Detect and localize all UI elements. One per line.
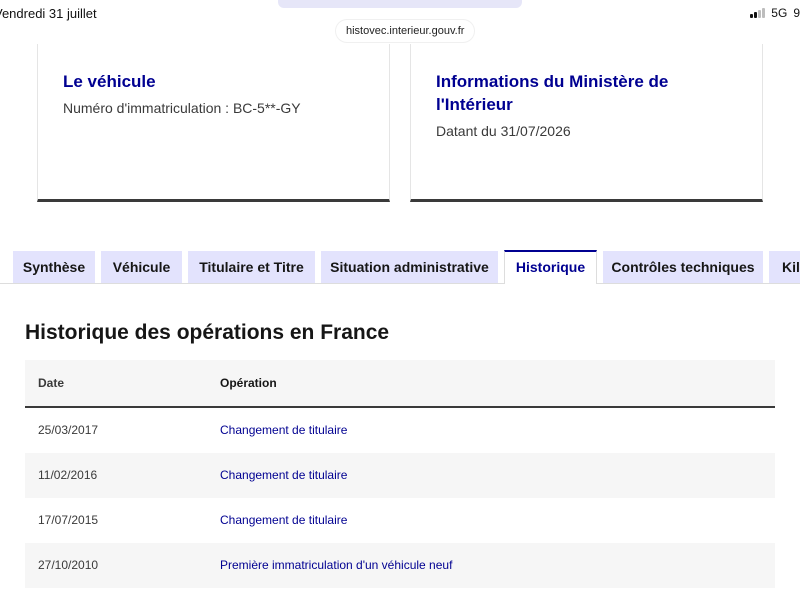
tab-bar: Synthèse Véhicule Titulaire et Titre Sit… xyxy=(0,250,800,284)
row-operation: Première immatriculation d'un véhicule n… xyxy=(220,558,453,572)
history-title: Historique des opérations en France xyxy=(25,321,390,344)
table-header: Date Opération xyxy=(25,360,775,408)
status-date: Vendredi 31 juillet xyxy=(0,6,97,21)
network-label: 5G xyxy=(771,6,788,20)
status-indicators: 5G 9 xyxy=(750,6,800,20)
vehicle-card: Le véhicule Numéro d'immatriculation : B… xyxy=(37,44,390,202)
tab-kilometrage[interactable]: Kilo xyxy=(769,251,800,283)
table-row: 11/02/2016 Changement de titulaire xyxy=(25,453,775,498)
row-operation: Changement de titulaire xyxy=(220,513,348,527)
plate-number: Numéro d'immatriculation : BC-5**-GY xyxy=(63,100,301,116)
column-header-date: Date xyxy=(38,376,65,390)
row-operation: Changement de titulaire xyxy=(220,468,348,482)
tab-situation-administrative[interactable]: Situation administrative xyxy=(321,251,498,283)
url-text: histovec.interieur.gouv.fr xyxy=(346,25,465,37)
row-date: 27/10/2010 xyxy=(38,558,99,572)
column-header-operation: Opération xyxy=(220,376,277,390)
signal-icon xyxy=(750,8,766,18)
history-table: Date Opération 25/03/2017 Changement de … xyxy=(25,360,775,588)
table-row: 27/10/2010 Première immatriculation d'un… xyxy=(25,543,775,588)
status-bar: Vendredi 31 juillet histovec.interieur.g… xyxy=(0,0,800,44)
ministry-card: Informations du Ministère de l'Intérieur… xyxy=(410,44,763,202)
ministry-card-title: Informations du Ministère de l'Intérieur xyxy=(436,72,669,114)
row-operation: Changement de titulaire xyxy=(220,423,348,437)
tab-historique[interactable]: Historique xyxy=(504,250,597,284)
table-row: 17/07/2015 Changement de titulaire xyxy=(25,498,775,543)
tab-synthese[interactable]: Synthèse xyxy=(13,251,95,283)
drag-handle[interactable] xyxy=(278,0,522,8)
ministry-date: Datant du 31/07/2026 xyxy=(436,123,571,139)
table-row: 25/03/2017 Changement de titulaire xyxy=(25,408,775,453)
tab-titulaire[interactable]: Titulaire et Titre xyxy=(188,251,315,283)
vehicle-card-title: Le véhicule xyxy=(63,72,156,91)
battery-label: 9 xyxy=(793,6,800,20)
tab-vehicule[interactable]: Véhicule xyxy=(101,251,182,283)
url-bar[interactable]: histovec.interieur.gouv.fr xyxy=(336,20,475,42)
row-date: 25/03/2017 xyxy=(38,423,99,437)
tab-controles-techniques[interactable]: Contrôles techniques xyxy=(603,251,763,283)
row-date: 17/07/2015 xyxy=(38,513,99,527)
row-date: 11/02/2016 xyxy=(38,468,98,482)
